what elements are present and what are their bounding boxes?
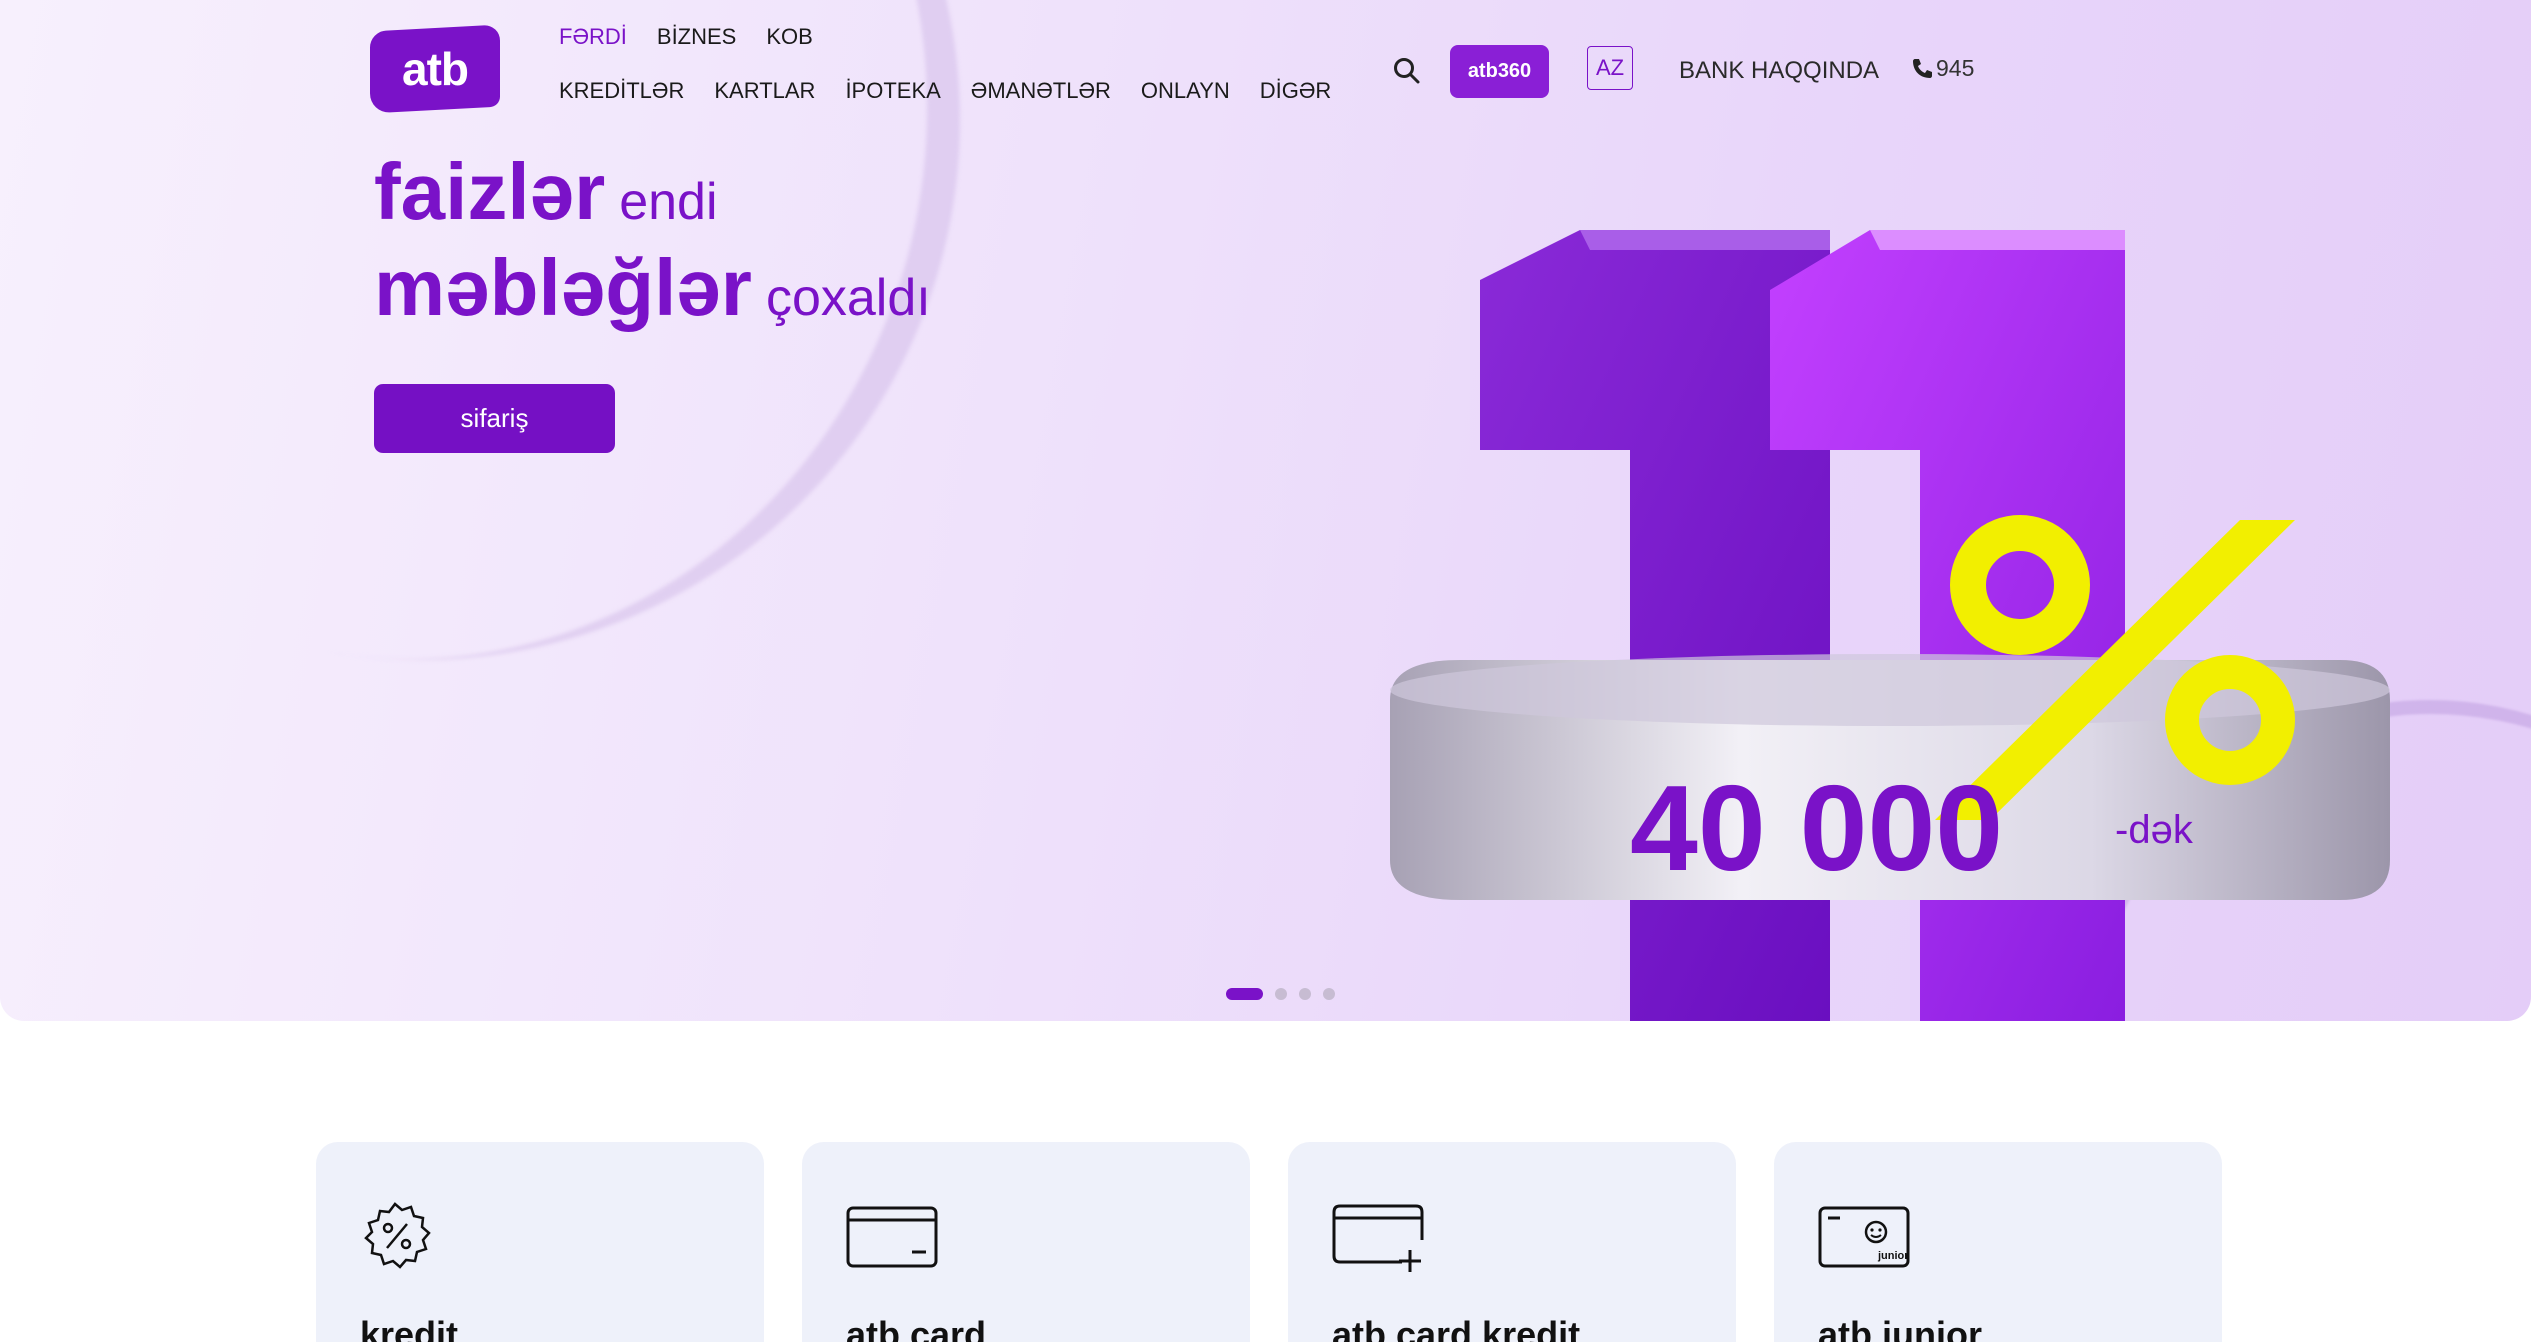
headline-word: faizlər [374, 147, 606, 236]
carousel-dot[interactable] [1323, 988, 1335, 1000]
hero-headline-line1: faizlər endi [374, 146, 718, 238]
atb360-button[interactable]: atb360 [1450, 45, 1549, 98]
language-switch[interactable]: AZ [1587, 46, 1633, 90]
junior-card-icon: junior [1818, 1206, 1910, 1268]
nav-item-ipoteka[interactable]: İPOTEKA [845, 78, 940, 104]
percent-badge-icon [364, 1202, 431, 1269]
decorative-arc [0, 0, 1046, 746]
nav-item-kob[interactable]: KOB [766, 24, 812, 50]
headline-word: çoxaldı [765, 269, 931, 327]
phone-icon [1913, 58, 1932, 78]
promo-11-percent-graphic: 40 000 -dək [1390, 230, 2390, 1021]
card-title: atb junior [1818, 1314, 1982, 1342]
nav-item-kreditler[interactable]: KREDİTLƏR [559, 78, 684, 104]
nav-item-diger[interactable]: DİGƏR [1260, 78, 1332, 104]
promo-amount: 40 000 [1630, 760, 2003, 896]
carousel-indicator [1226, 988, 1335, 1000]
nav-item-ferdi[interactable]: FƏRDİ [559, 24, 627, 50]
product-card-atb-junior[interactable]: junior atb junior [1774, 1142, 2222, 1342]
phone-number: 945 [1936, 55, 1975, 81]
bank-about-link[interactable]: BANK HAQQINDA [1679, 57, 1879, 85]
order-button[interactable]: sifariş [374, 384, 615, 453]
nav-item-onlayn[interactable]: ONLAYN [1141, 78, 1230, 104]
carousel-dot[interactable] [1299, 988, 1311, 1000]
logo-text: atb [402, 43, 468, 95]
card-title: atb card [846, 1314, 987, 1342]
headline-word: məbləğlər [374, 243, 752, 332]
product-card-atb-card[interactable]: atb card [802, 1142, 1250, 1342]
segment-nav: FƏRDİ BİZNES KOB [559, 24, 813, 50]
nav-item-biznes[interactable]: BİZNES [657, 24, 736, 50]
nav-item-kartlar[interactable]: KARTLAR [714, 78, 815, 104]
search-icon[interactable] [1392, 56, 1422, 86]
atb-logo[interactable]: atb [370, 24, 500, 114]
hero-banner: atb FƏRDİ BİZNES KOB KREDİTLƏR KARTLAR İ… [0, 0, 2531, 1021]
carousel-dot[interactable] [1275, 988, 1287, 1000]
product-card-kredit[interactable]: kredit [316, 1142, 764, 1342]
carousel-dot-active[interactable] [1226, 988, 1263, 1000]
hero-headline-line2: məbləğlər çoxaldı [374, 242, 931, 334]
card-title: kredit [360, 1314, 459, 1342]
nav-item-emanetler[interactable]: ƏMANƏTLƏR [971, 78, 1111, 104]
credit-card-icon [846, 1206, 938, 1268]
headline-word: endi [619, 173, 718, 231]
promo-suffix: -dək [2115, 808, 2194, 852]
main-nav: KREDİTLƏR KARTLAR İPOTEKA ƏMANƏTLƏR ONLA… [559, 78, 1331, 104]
phone-link[interactable]: 945 [1910, 55, 1974, 82]
card-plus-icon [1332, 1204, 1424, 1272]
svg-text:junior: junior [1877, 1250, 1909, 1262]
product-card-atb-card-kredit[interactable]: atb card kredit [1288, 1142, 1736, 1342]
card-title: atb card kredit [1332, 1314, 1581, 1342]
